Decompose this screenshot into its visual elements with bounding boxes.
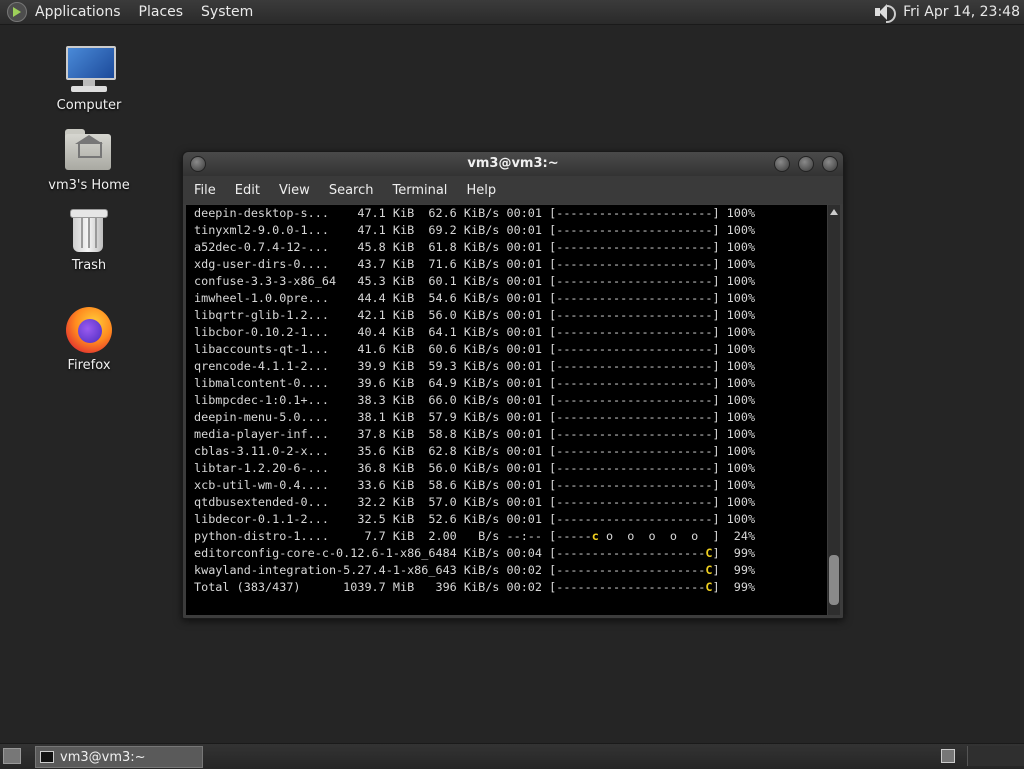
desktop-icon-label: Computer [56,98,122,113]
panel-tray: Fri Apr 14, 23:48 [873,0,1020,24]
terminal-line: qtdbusextended-0... 32.2 KiB 57.0 KiB/s … [194,495,756,509]
menu-search[interactable]: Search [329,183,374,198]
menu-system[interactable]: System [201,4,253,20]
workspace-2[interactable] [967,746,1024,766]
firefox-icon [63,304,115,356]
trash-icon [63,204,115,256]
bottom-panel: vm3@vm3:~ [0,743,1024,769]
top-panel: Applications Places System Fri Apr 14, 2… [0,0,1024,25]
scroll-up-arrow-icon[interactable] [830,209,838,215]
terminal-window: vm3@vm3:~ File Edit View Search Terminal… [182,151,844,619]
menu-help[interactable]: Help [466,183,496,198]
home-folder-icon [63,124,115,176]
terminal-line: cblas-3.11.0-2-x... 35.6 KiB 62.8 KiB/s … [194,444,756,458]
progress-marker: c [591,529,599,543]
volume-icon[interactable] [873,2,897,23]
taskbar-item-label: vm3@vm3:~ [60,749,146,765]
progress-text: ] 99% [712,546,756,560]
clock[interactable]: Fri Apr 14, 23:48 [903,4,1020,20]
desktop-icon-home[interactable]: vm3's Home [44,124,134,193]
terminal-line: qrencode-4.1.1-2... 39.9 KiB 59.3 KiB/s … [194,359,756,373]
menu-places[interactable]: Places [139,4,184,20]
desktop-icon-label: vm3's Home [48,178,130,193]
main-menu-logo-icon[interactable] [7,2,27,22]
maximize-button[interactable] [798,156,814,172]
terminal-progress-line: kwayland-integration-5.27.4-1-x86_643 Ki… [194,562,827,579]
terminal-line: deepin-menu-5.0.... 38.1 KiB 57.9 KiB/s … [194,410,756,424]
terminal-menubar: File Edit View Search Terminal Help [183,176,843,204]
progress-text: kwayland-integration-5.27.4-1-x86_643 Ki… [194,563,706,577]
menu-edit[interactable]: Edit [235,183,260,198]
minimize-button[interactable] [774,156,790,172]
terminal-line: deepin-desktop-s... 47.1 KiB 62.6 KiB/s … [194,206,756,220]
menu-terminal[interactable]: Terminal [392,183,447,198]
terminal-line: libmpcdec-1:0.1+... 38.3 KiB 66.0 KiB/s … [194,393,756,407]
terminal-line: a52dec-0.7.4-12-... 45.8 KiB 61.8 KiB/s … [194,240,756,254]
desktop-icon-firefox[interactable]: Firefox [44,304,134,373]
workspace-1[interactable] [941,749,955,763]
terminal-line: libqrtr-glib-1.2... 42.1 KiB 56.0 KiB/s … [194,308,756,322]
terminal-output[interactable]: deepin-desktop-s... 47.1 KiB 62.6 KiB/s … [186,205,827,615]
terminal-line: xdg-user-dirs-0.... 43.7 KiB 71.6 KiB/s … [194,257,756,271]
terminal-progress-line: editorconfig-core-c-0.12.6-1-x86_6484 Ki… [194,545,827,562]
close-button[interactable] [822,156,838,172]
desktop-icon-label: Trash [71,258,107,273]
menu-applications[interactable]: Applications [35,4,121,20]
progress-text: o o o o o ] 24% [598,529,756,543]
progress-text: python-distro-1.... 7.7 KiB 2.00 B/s --:… [194,529,592,543]
terminal-line: tinyxml2-9.0.0-1... 47.1 KiB 69.2 KiB/s … [194,223,756,237]
scroll-thumb[interactable] [829,555,839,605]
menu-view[interactable]: View [279,183,310,198]
desktop-icon-trash[interactable]: Trash [44,204,134,273]
window-titlebar[interactable]: vm3@vm3:~ [183,152,843,176]
terminal-line: libdecor-0.1.1-2... 32.5 KiB 52.6 KiB/s … [194,512,756,526]
terminal-line: xcb-util-wm-0.4.... 33.6 KiB 58.6 KiB/s … [194,478,756,492]
terminal-progress-line: python-distro-1.... 7.7 KiB 2.00 B/s --:… [194,528,827,545]
terminal-icon [40,751,54,763]
menu-file[interactable]: File [194,183,216,198]
show-desktop-icon[interactable] [3,748,21,764]
progress-text: editorconfig-core-c-0.12.6-1-x86_6484 Ki… [194,546,706,560]
terminal-line: confuse-3.3-3-x86_64 45.3 KiB 60.1 KiB/s… [194,274,756,288]
terminal-text: deepin-desktop-s... 47.1 KiB 62.6 KiB/s … [186,205,827,596]
progress-text: ] 99% [712,580,756,594]
progress-text: ] 99% [712,563,756,577]
terminal-scrollbar[interactable] [828,205,840,615]
terminal-line: media-player-inf... 37.8 KiB 58.8 KiB/s … [194,427,756,441]
desktop-icon-computer[interactable]: Computer [44,44,134,113]
terminal-line: libtar-1.2.20-6-... 36.8 KiB 56.0 KiB/s … [194,461,756,475]
terminal-line: imwheel-1.0.0pre... 44.4 KiB 54.6 KiB/s … [194,291,756,305]
taskbar-item-terminal[interactable]: vm3@vm3:~ [35,746,203,768]
terminal-progress-line: Total (383/437) 1039.7 MiB 396 KiB/s 00:… [194,579,827,596]
desktop-icon-label: Firefox [67,358,111,373]
window-title: vm3@vm3:~ [467,156,559,171]
terminal-line: libmalcontent-0.... 39.6 KiB 64.9 KiB/s … [194,376,756,390]
computer-icon [63,44,116,96]
progress-text: Total (383/437) 1039.7 MiB 396 KiB/s 00:… [194,580,706,594]
terminal-line: libcbor-0.10.2-1... 40.4 KiB 64.1 KiB/s … [194,325,756,339]
terminal-line: libaccounts-qt-1... 41.6 KiB 60.6 KiB/s … [194,342,756,356]
